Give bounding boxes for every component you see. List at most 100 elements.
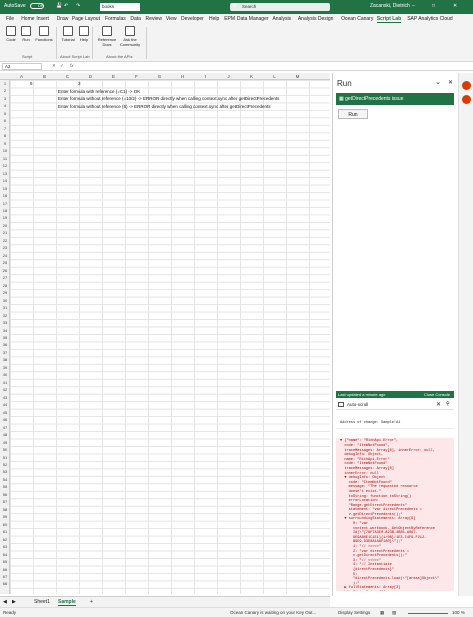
row-header[interactable]: 59 [0, 514, 10, 519]
row-header[interactable]: 66 [0, 567, 10, 572]
close-pane-icon[interactable]: ✕ [448, 79, 453, 86]
functions-button[interactable]: Functions [34, 26, 54, 42]
row-header[interactable]: 53 [0, 469, 10, 474]
row-header[interactable]: 32 [0, 313, 10, 318]
column-header[interactable]: I [194, 74, 217, 79]
row-header[interactable]: 7 [0, 126, 10, 131]
close-console-button[interactable]: Close Console [424, 392, 450, 397]
row-header[interactable]: 67 [0, 574, 10, 579]
chevron-down-icon[interactable]: ⌄ [435, 78, 441, 86]
row-header[interactable]: 19 [0, 215, 10, 220]
column-header[interactable]: D [79, 74, 102, 79]
cancel-icon[interactable]: ✕ [52, 63, 56, 69]
row-header[interactable]: 12 [0, 163, 10, 168]
menu-sap-analytics-cloud[interactable]: SAP Analytics Cloud [407, 16, 453, 22]
menu-draw[interactable]: Draw [57, 16, 69, 22]
row-header[interactable]: 52 [0, 462, 10, 467]
autoscroll-checkbox[interactable] [338, 402, 344, 407]
row-header[interactable]: 36 [0, 342, 10, 347]
ask-community-button[interactable]: Ask the Community [118, 26, 142, 47]
cell-c3[interactable]: Enter formula without reference (=10/2) … [58, 96, 279, 101]
column-header[interactable]: C [56, 74, 79, 79]
tab-sheet1[interactable]: Sheet1 [34, 599, 50, 605]
row-header[interactable]: 55 [0, 484, 10, 489]
row-header[interactable]: 13 [0, 171, 10, 176]
normal-view-icon[interactable]: ▦ [380, 610, 384, 616]
page-layout-icon[interactable]: ▧ [392, 610, 396, 616]
row-header[interactable]: 44 [0, 402, 10, 407]
row-header[interactable]: 35 [0, 335, 10, 340]
undo-icon[interactable]: ↶ [64, 3, 68, 9]
row-header[interactable]: 40 [0, 372, 10, 377]
row-header[interactable]: 18 [0, 208, 10, 213]
row-header[interactable]: 63 [0, 544, 10, 549]
row-header[interactable]: 29 [0, 290, 10, 295]
add-sheet-button[interactable]: + [90, 599, 93, 605]
row-header[interactable]: 16 [0, 193, 10, 198]
tutorial-button[interactable]: Tutorial [60, 26, 76, 42]
row-header[interactable]: 34 [0, 328, 10, 333]
menu-formulas[interactable]: Formulas [105, 16, 126, 22]
enter-icon[interactable]: ✓ [60, 63, 64, 69]
row-header[interactable]: 64 [0, 552, 10, 557]
row-header[interactable]: 56 [0, 492, 10, 497]
row-header[interactable]: 37 [0, 350, 10, 355]
worksheet-grid[interactable]: 5 3 Enter formula with reference (=C1) -… [10, 80, 330, 594]
row-header[interactable]: 28 [0, 283, 10, 288]
search-input[interactable]: Search [230, 3, 330, 11]
save-icon[interactable]: 💾 [56, 3, 62, 9]
column-header[interactable]: K [240, 74, 263, 79]
row-header[interactable]: 45 [0, 410, 10, 415]
row-header[interactable]: 38 [0, 357, 10, 362]
row-header[interactable]: 43 [0, 395, 10, 400]
row-header[interactable]: 60 [0, 522, 10, 527]
row-header[interactable]: 15 [0, 186, 10, 191]
row-header[interactable]: 25 [0, 260, 10, 265]
menu-developer[interactable]: Developer [181, 16, 204, 22]
reference-docs-button[interactable]: Reference Docs [96, 26, 118, 47]
menu-page-layout[interactable]: Page Layout [72, 16, 100, 22]
row-header[interactable]: 9 [0, 141, 10, 146]
row-header[interactable]: 39 [0, 365, 10, 370]
row-header[interactable]: 14 [0, 178, 10, 183]
column-header[interactable]: E [102, 74, 125, 79]
row-header[interactable]: 57 [0, 499, 10, 504]
row-header[interactable]: 2 [0, 88, 10, 93]
row-header[interactable]: 33 [0, 320, 10, 325]
addin-icon[interactable] [462, 95, 471, 104]
cell-c2[interactable]: Enter formula with reference (=C1) -> OK [58, 89, 140, 94]
cell-c1[interactable]: 3 [78, 81, 81, 86]
sheet-prev-icon[interactable]: ◀ [3, 599, 7, 605]
row-header[interactable]: 50 [0, 447, 10, 452]
row-header[interactable]: 68 [0, 581, 10, 586]
fx-icon[interactable]: fx [70, 63, 74, 68]
row-header[interactable]: 54 [0, 477, 10, 482]
row-header[interactable]: 17 [0, 201, 10, 206]
maximize-icon[interactable]: □ [432, 3, 435, 9]
help-button[interactable]: Help [78, 26, 90, 42]
row-header[interactable]: 23 [0, 245, 10, 250]
column-header[interactable]: H [171, 74, 194, 79]
row-header[interactable]: 49 [0, 440, 10, 445]
column-header[interactable]: G [148, 74, 171, 79]
row-header[interactable]: 61 [0, 529, 10, 534]
row-header[interactable]: 5 [0, 111, 10, 116]
zoom-level[interactable]: 100 % [452, 610, 465, 615]
menu-data[interactable]: Data [130, 16, 141, 22]
row-header[interactable]: 65 [0, 559, 10, 564]
row-header[interactable]: 20 [0, 223, 10, 228]
code-button[interactable]: Code [4, 26, 18, 42]
sheet-next-icon[interactable]: ▶ [12, 599, 16, 605]
row-header[interactable]: 48 [0, 432, 10, 437]
search-console-icon[interactable]: ⚲ [446, 401, 450, 407]
row-header[interactable]: 10 [0, 148, 10, 153]
redo-icon[interactable]: ↷ [76, 3, 80, 9]
tab-sample[interactable]: Sample [58, 599, 76, 606]
menu-data-manager[interactable]: Data Manager [237, 16, 269, 22]
column-header[interactable]: A [10, 74, 33, 79]
minimize-icon[interactable]: – [412, 3, 415, 9]
menu-insert[interactable]: Insert [36, 16, 49, 22]
row-header[interactable]: 22 [0, 238, 10, 243]
row-header[interactable]: 26 [0, 268, 10, 273]
menu-file[interactable]: File [6, 16, 14, 22]
